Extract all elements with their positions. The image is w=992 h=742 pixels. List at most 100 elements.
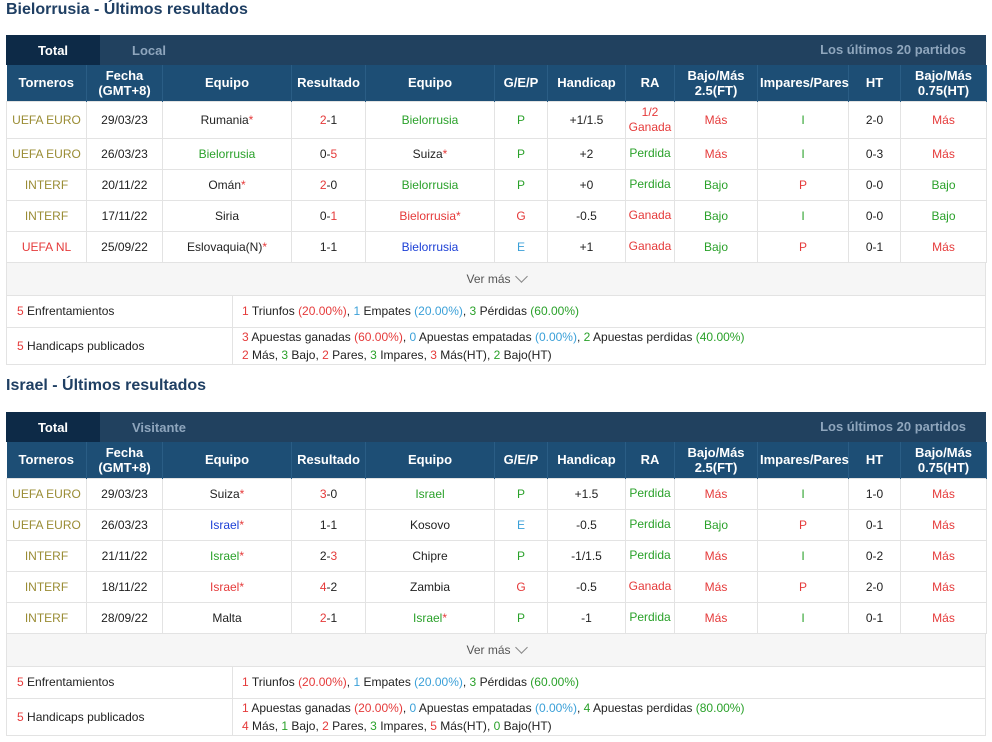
table-row[interactable]: UEFA NL 25/09/22 Eslovaquia(N)* 1-1 Bielorru… bbox=[6, 230, 987, 263]
home-team[interactable]: Malta bbox=[212, 611, 241, 625]
score-away[interactable]: 5 bbox=[331, 147, 338, 161]
home-team[interactable]: Bielorrusia bbox=[199, 147, 256, 161]
home-team-cell: Israel* bbox=[162, 570, 292, 603]
bets-draw-count: 0 bbox=[409, 700, 417, 715]
score-away[interactable]: 0 bbox=[331, 178, 338, 192]
table-row[interactable]: INTERF 20/11/22 Omán* 2-0 Bielorrusia P +0 Perd… bbox=[6, 168, 987, 201]
odd-even-cell: I bbox=[757, 539, 849, 572]
ou-ht-cell: Más bbox=[900, 601, 987, 634]
score-home[interactable]: 4 bbox=[320, 580, 327, 594]
home-team[interactable]: Siria bbox=[215, 209, 239, 223]
league-name[interactable]: INTERF bbox=[25, 178, 68, 192]
score-home[interactable]: 3 bbox=[320, 487, 327, 501]
table-row[interactable]: INTERF 21/11/22 Israel* 2-3 Chipre P -1/1.5 Per… bbox=[6, 539, 987, 572]
home-team[interactable]: Eslovaquia(N) bbox=[187, 240, 262, 254]
score-home[interactable]: 2 bbox=[320, 178, 327, 192]
ou-ht-value: Bajo bbox=[931, 177, 956, 192]
league-name[interactable]: UEFA EURO bbox=[12, 113, 81, 127]
date-cell: 17/11/22 bbox=[86, 199, 163, 232]
table-row[interactable]: UEFA EURO 26/03/23 Bielorrusia 0-5 Suiza* P +2… bbox=[6, 137, 987, 170]
away-team[interactable]: Bielorrusia bbox=[402, 178, 459, 192]
score-home[interactable]: 2 bbox=[320, 611, 327, 625]
handicap-value: -0.5 bbox=[576, 208, 597, 223]
summary-row-handicaps: 5 Handicaps publicados 1 Apuestas ganada… bbox=[7, 697, 985, 735]
draws-label: Empates bbox=[363, 675, 411, 689]
score-away[interactable]: 1 bbox=[331, 518, 338, 532]
home-star: * bbox=[239, 517, 244, 532]
score-away[interactable]: 1 bbox=[331, 209, 338, 223]
ou-ft-value: Más bbox=[704, 486, 728, 501]
score-home[interactable]: 1 bbox=[320, 240, 327, 254]
column-header: Bajo/Más 0.75(HT) bbox=[900, 65, 987, 101]
away-team[interactable]: Suiza bbox=[413, 147, 443, 161]
score-home[interactable]: 1 bbox=[320, 518, 327, 532]
summary-label: 5 Handicaps publicados bbox=[7, 327, 233, 364]
ra-cell: Ganada bbox=[625, 230, 675, 263]
handicap-value: -1 bbox=[581, 610, 592, 625]
tab-side[interactable]: Visitante bbox=[132, 420, 186, 435]
last-20-matches-selector[interactable]: Los últimos 20 partidos bbox=[820, 35, 966, 65]
result-cell: 2-0 bbox=[291, 168, 366, 201]
table-row[interactable]: INTERF 18/11/22 Israel* 4-2 Zambia G -0.5 Ganad… bbox=[6, 570, 987, 603]
home-team[interactable]: Suiza bbox=[210, 487, 240, 501]
league-cell: UEFA EURO bbox=[6, 508, 87, 541]
score-home[interactable]: 0 bbox=[320, 209, 327, 223]
odd-even-cell: I bbox=[757, 199, 849, 232]
ver-mas-button[interactable]: Ver más bbox=[6, 262, 986, 296]
away-team[interactable]: Israel bbox=[415, 487, 444, 501]
table-row[interactable]: UEFA EURO 26/03/23 Israel* 1-1 Kosovo E -0.5 Pe… bbox=[6, 508, 987, 541]
home-star: * bbox=[239, 548, 244, 563]
league-name[interactable]: UEFA EURO bbox=[12, 147, 81, 161]
tab-side[interactable]: Local bbox=[132, 43, 166, 58]
ra-cell: Perdida bbox=[625, 539, 675, 572]
home-team[interactable]: Israel bbox=[210, 549, 239, 563]
score-away[interactable]: 1 bbox=[331, 113, 338, 127]
ou-ht-value: Más bbox=[932, 486, 955, 501]
league-name[interactable]: INTERF bbox=[25, 611, 68, 625]
away-team[interactable]: Bielorrusia bbox=[402, 113, 459, 127]
league-name[interactable]: INTERF bbox=[25, 209, 68, 223]
home-team[interactable]: Rumania bbox=[201, 113, 249, 127]
table-row[interactable]: UEFA EURO 29/03/23 Rumania* 2-1 Bielorrusia P… bbox=[6, 100, 987, 139]
away-team[interactable]: Zambia bbox=[410, 580, 450, 594]
away-team[interactable]: Bielorrusia bbox=[402, 240, 459, 254]
score-home[interactable]: 2 bbox=[320, 113, 327, 127]
score-away[interactable]: 0 bbox=[331, 487, 338, 501]
ht-cell: 0-1 bbox=[848, 508, 901, 541]
league-name[interactable]: INTERF bbox=[25, 580, 68, 594]
home-team-cell: Eslovaquia(N)* bbox=[162, 230, 292, 263]
league-name[interactable]: UEFA EURO bbox=[12, 487, 81, 501]
section-title: Israel - Últimos resultados bbox=[6, 377, 206, 395]
date-cell: 18/11/22 bbox=[86, 570, 163, 603]
score-away[interactable]: 2 bbox=[331, 580, 338, 594]
bajo-ht-count: 2 bbox=[493, 347, 501, 362]
handicap-cell: -0.5 bbox=[547, 570, 626, 603]
home-team[interactable]: Israel bbox=[210, 518, 239, 532]
away-team[interactable]: Kosovo bbox=[410, 518, 450, 532]
score-home[interactable]: 0 bbox=[320, 147, 327, 161]
bets-draw-count: 0 bbox=[409, 329, 417, 344]
league-name[interactable]: UEFA NL bbox=[22, 240, 71, 254]
ver-mas-button[interactable]: Ver más bbox=[6, 633, 986, 667]
home-team[interactable]: Omán bbox=[208, 178, 241, 192]
last-20-matches-selector[interactable]: Los últimos 20 partidos bbox=[820, 412, 966, 442]
score-home[interactable]: 2 bbox=[320, 549, 327, 563]
away-team[interactable]: Israel bbox=[413, 611, 442, 625]
table-row[interactable]: UEFA EURO 29/03/23 Suiza* 3-0 Israel P +1.5 Per… bbox=[6, 477, 987, 510]
tab-total[interactable]: Total bbox=[6, 412, 100, 442]
league-name[interactable]: UEFA EURO bbox=[12, 518, 81, 532]
away-team[interactable]: Bielorrusia bbox=[399, 209, 456, 223]
result-cell: 2-3 bbox=[291, 539, 366, 572]
league-name[interactable]: INTERF bbox=[25, 549, 68, 563]
away-team[interactable]: Chipre bbox=[412, 549, 447, 563]
tab-total[interactable]: Total bbox=[6, 35, 100, 65]
ou-ht-cell: Más bbox=[900, 570, 987, 603]
score-away[interactable]: 1 bbox=[331, 240, 338, 254]
column-header: RA bbox=[625, 442, 675, 478]
result-cell: 1-1 bbox=[291, 230, 366, 263]
score-away[interactable]: 3 bbox=[331, 549, 338, 563]
home-team[interactable]: Israel bbox=[210, 580, 239, 594]
score-away[interactable]: 1 bbox=[331, 611, 338, 625]
table-row[interactable]: INTERF 17/11/22 Siria 0-1 Bielorrusia* G -0.5 G… bbox=[6, 199, 987, 232]
table-row[interactable]: INTERF 28/09/22 Malta 2-1 Israel* P -1 Perdida M… bbox=[6, 601, 987, 634]
